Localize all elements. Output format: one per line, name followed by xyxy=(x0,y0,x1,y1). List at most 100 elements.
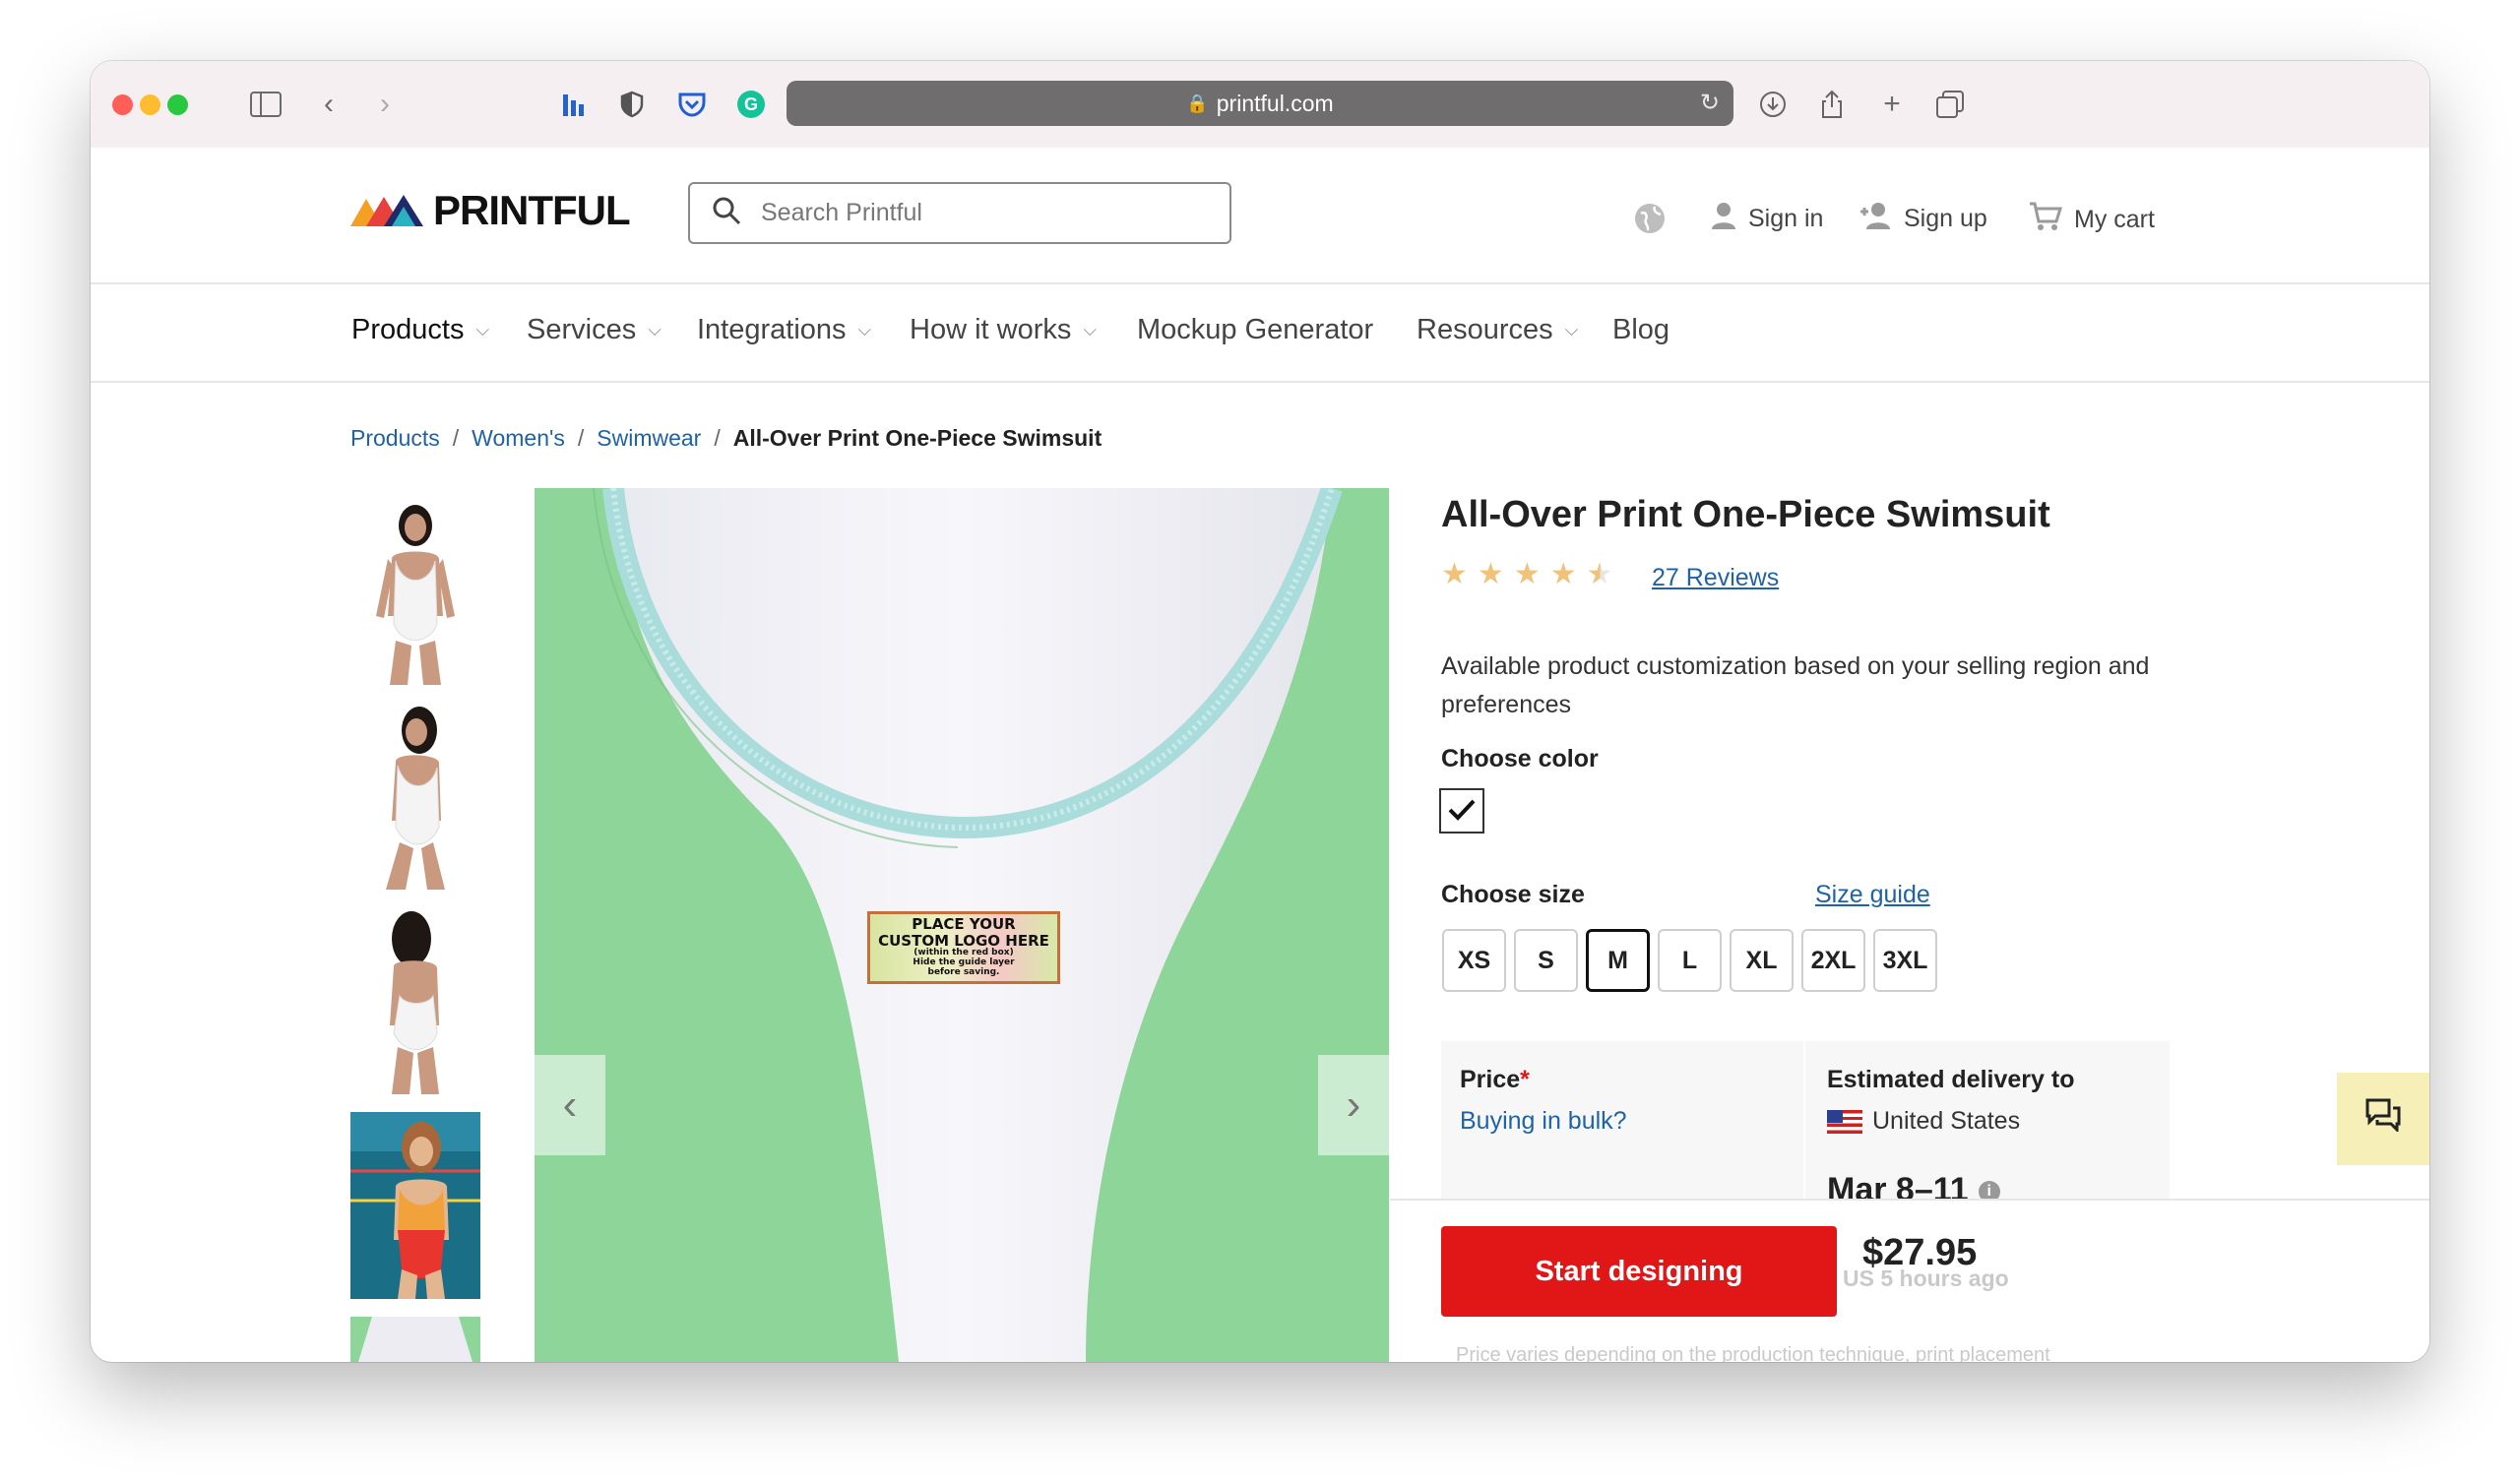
thumbnail-pool[interactable] xyxy=(350,1112,480,1299)
size-guide-link[interactable]: Size guide xyxy=(1815,881,1930,909)
nav-services[interactable]: Services ⌵ xyxy=(527,314,662,346)
choose-color-label: Choose color xyxy=(1441,745,1599,772)
nav-resources-label: Resources xyxy=(1417,314,1553,345)
star-icon: ★ xyxy=(1441,558,1468,590)
cart-link[interactable]: My cart xyxy=(2029,202,2155,238)
chevron-down-icon: ⌵ xyxy=(1564,320,1579,340)
tab-overview-icon[interactable] xyxy=(1930,85,1970,124)
thumbnail-front[interactable] xyxy=(350,498,480,685)
bulk-pricing-link[interactable]: Buying in bulk? xyxy=(1460,1107,1627,1136)
star-icon: ★ xyxy=(1477,558,1504,590)
main-product-image[interactable]: PLACE YOUR CUSTOM LOGO HERE (within the … xyxy=(535,488,1389,1362)
sidebar-toggle-icon[interactable] xyxy=(246,85,285,124)
thumbnail-side[interactable] xyxy=(350,703,480,890)
main-nav: Products ⌵ Services ⌵ Integrations ⌵ How it… xyxy=(91,284,2429,383)
model-back-image xyxy=(350,907,480,1094)
nav-how-it-works-label: How it works xyxy=(910,314,1072,345)
chevron-left-icon: ‹ xyxy=(562,1081,578,1129)
breadcrumb-separator: / xyxy=(452,425,460,451)
print-area-line2: CUSTOM LOGO HERE xyxy=(878,932,1049,950)
print-area-line4: Hide the guide layer xyxy=(913,957,1015,967)
nav-mockup-generator-label: Mockup Generator xyxy=(1137,314,1374,345)
thumbnail-more[interactable] xyxy=(350,1317,480,1362)
size-s-button[interactable]: S xyxy=(1514,929,1578,992)
chevron-right-icon: › xyxy=(1346,1081,1361,1129)
half-star-icon: ★ xyxy=(1586,558,1613,590)
color-swatch-white[interactable] xyxy=(1439,788,1484,834)
sign-up-link[interactable]: Sign up xyxy=(1858,202,1987,236)
start-designing-button[interactable]: Start designing xyxy=(1441,1226,1837,1317)
search-icon xyxy=(712,196,741,230)
browser-toolbar: ‹ › G 🔒 printful.com ↻ + xyxy=(91,61,2429,149)
chat-button[interactable] xyxy=(2337,1073,2429,1165)
extension-bars-icon[interactable] xyxy=(553,85,593,124)
reload-icon[interactable]: ↻ xyxy=(1700,89,1720,117)
zoom-window-button[interactable] xyxy=(167,94,188,115)
rating-stars: ★ ★ ★ ★ ★ xyxy=(1441,557,1623,591)
gallery-next-button[interactable]: › xyxy=(1318,1055,1389,1155)
delivery-label: Estimated delivery to xyxy=(1827,1066,2075,1093)
nav-integrations[interactable]: Integrations ⌵ xyxy=(697,314,871,346)
logo-text: PRINTFUL xyxy=(433,187,631,233)
language-globe-icon[interactable] xyxy=(1633,202,1667,235)
model-side-image xyxy=(350,703,480,890)
close-window-button[interactable] xyxy=(112,94,133,115)
nav-blog[interactable]: Blog xyxy=(1612,314,1670,346)
forward-icon[interactable]: › xyxy=(365,85,405,124)
pocket-extension-icon[interactable] xyxy=(672,85,712,124)
size-l-button[interactable]: L xyxy=(1658,929,1722,992)
nav-resources[interactable]: Resources ⌵ xyxy=(1417,314,1578,346)
downloads-icon[interactable] xyxy=(1753,85,1793,124)
breadcrumb-current: All-Over Print One-Piece Swimsuit xyxy=(732,425,1102,451)
back-icon[interactable]: ‹ xyxy=(309,85,348,124)
size-2xl-button[interactable]: 2XL xyxy=(1801,929,1865,992)
chevron-down-icon: ⌵ xyxy=(475,320,490,340)
cart-icon xyxy=(2029,202,2063,238)
cart-label: My cart xyxy=(2074,206,2155,233)
star-icon: ★ xyxy=(1549,558,1577,590)
nav-services-label: Services xyxy=(527,314,637,345)
delivery-country[interactable]: United States xyxy=(1827,1107,2020,1136)
us-flag-icon xyxy=(1827,1110,1862,1135)
breadcrumb-swimwear[interactable]: Swimwear xyxy=(597,425,701,452)
print-area-line1: PLACE YOUR xyxy=(912,915,1016,933)
product-title: All-Over Print One-Piece Swimsuit xyxy=(1441,494,2050,535)
search-input[interactable] xyxy=(759,198,1196,228)
shield-extension-icon[interactable] xyxy=(612,85,652,124)
minimize-window-button[interactable] xyxy=(140,94,160,115)
required-asterisk: * xyxy=(1520,1066,1530,1093)
size-3xl-button[interactable]: 3XL xyxy=(1873,929,1937,992)
sign-in-link[interactable]: Sign in xyxy=(1711,202,1823,236)
chevron-down-icon: ⌵ xyxy=(1083,320,1098,340)
chat-icon xyxy=(2365,1098,2401,1141)
availability-text: Available product customization based on… xyxy=(1441,652,2150,718)
add-user-icon xyxy=(1858,202,1892,236)
thumbnail-back[interactable] xyxy=(350,907,480,1094)
site-header: PRINTFUL Sign in Sign up M xyxy=(91,148,2429,284)
nav-integrations-label: Integrations xyxy=(697,314,847,345)
sign-up-label: Sign up xyxy=(1904,205,1987,232)
share-icon[interactable] xyxy=(1812,85,1852,124)
breadcrumb-products[interactable]: Products xyxy=(350,425,440,452)
printful-logo[interactable]: PRINTFUL xyxy=(350,187,631,234)
product-price: $27.95 xyxy=(1862,1232,1978,1273)
url-text: printful.com xyxy=(1216,90,1334,116)
address-bar[interactable]: 🔒 printful.com ↻ xyxy=(787,81,1733,126)
search-box[interactable] xyxy=(688,182,1231,244)
nav-products-label: Products xyxy=(351,314,465,345)
size-xs-button[interactable]: XS xyxy=(1442,929,1506,992)
size-m-button[interactable]: M xyxy=(1586,929,1650,992)
printful-logo-icon xyxy=(350,195,423,226)
grammarly-extension-icon[interactable]: G xyxy=(731,85,771,124)
new-tab-icon[interactable]: + xyxy=(1872,85,1912,124)
svg-text:G: G xyxy=(744,94,758,114)
nav-mockup-generator[interactable]: Mockup Generator xyxy=(1137,314,1373,346)
size-xl-button[interactable]: XL xyxy=(1730,929,1794,992)
breadcrumb-womens[interactable]: Women's xyxy=(472,425,565,452)
nav-products[interactable]: Products ⌵ xyxy=(351,314,489,346)
gallery-prev-button[interactable]: ‹ xyxy=(535,1055,605,1155)
nav-how-it-works[interactable]: How it works ⌵ xyxy=(910,314,1097,346)
reviews-link[interactable]: 27 Reviews xyxy=(1652,564,1779,592)
checkmark-icon xyxy=(1447,793,1477,830)
model-front-image xyxy=(350,498,480,685)
